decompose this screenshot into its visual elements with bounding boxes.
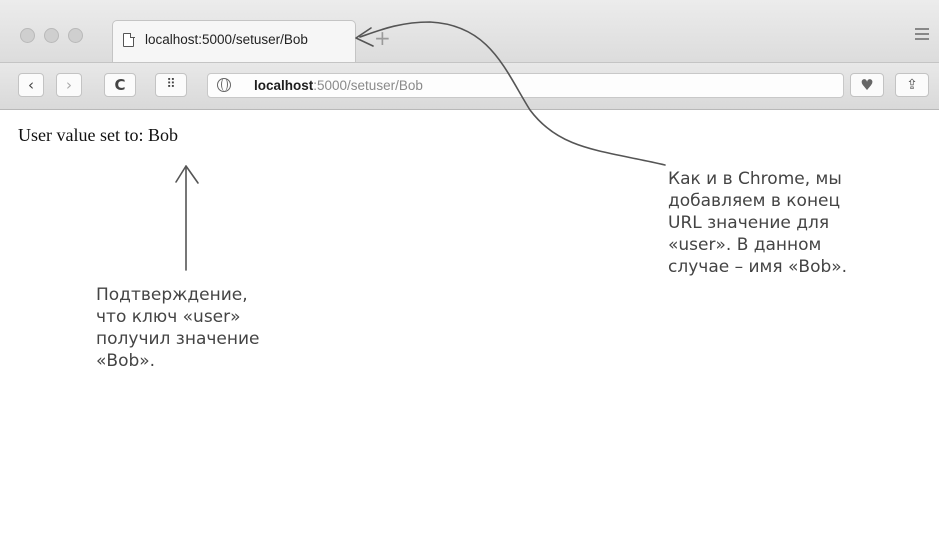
- tab-bar: localhost:5000/setuser/Bob +: [0, 0, 939, 63]
- globe-icon: [217, 78, 231, 92]
- annotation-left: Подтверждение, что ключ «user» получил з…: [96, 285, 260, 371]
- browser-window: localhost:5000/setuser/Bob + ‹ › C ⠿ loc…: [0, 0, 939, 534]
- url-path: :5000/setuser/Bob: [313, 78, 423, 93]
- tab-title: localhost:5000/setuser/Bob: [145, 32, 308, 47]
- document-icon: [123, 32, 135, 47]
- zoom-window-button[interactable]: [68, 28, 83, 43]
- share-icon[interactable]: ⇪: [895, 73, 929, 97]
- annotation-right: Как и в Chrome, мы добавляем в конец URL…: [668, 169, 848, 277]
- reload-button[interactable]: C: [104, 73, 136, 97]
- address-bar[interactable]: localhost:5000/setuser/Bob: [207, 73, 844, 98]
- new-tab-button[interactable]: +: [374, 26, 391, 50]
- tab-active[interactable]: localhost:5000/setuser/Bob: [112, 20, 356, 62]
- url-host: localhost: [254, 78, 314, 93]
- toolbar: ‹ › C ⠿ localhost:5000/setuser/Bob ♥ ⇪: [0, 63, 939, 110]
- forward-button[interactable]: ›: [56, 73, 82, 97]
- heart-icon[interactable]: ♥: [850, 73, 884, 97]
- url-text: localhost:5000/setuser/Bob: [254, 78, 423, 93]
- tab-overview-icon[interactable]: [915, 28, 929, 43]
- top-sites-button[interactable]: ⠿: [155, 73, 187, 97]
- close-window-button[interactable]: [20, 28, 35, 43]
- back-button[interactable]: ‹: [18, 73, 44, 97]
- page-body-text: User value set to: Bob: [18, 125, 178, 145]
- minimize-window-button[interactable]: [44, 28, 59, 43]
